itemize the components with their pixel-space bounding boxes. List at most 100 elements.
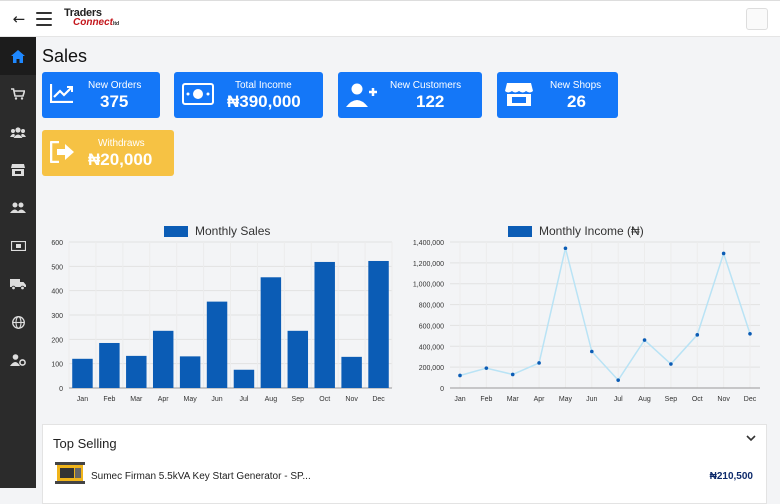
x-tick-label: Dec [744, 396, 757, 403]
main-content: Sales New Orders 375 Total Income ₦390,0… [36, 37, 780, 504]
line-legend-swatch [508, 225, 532, 237]
new-shops-value: 26 [567, 92, 586, 111]
withdraws-card[interactable]: Withdraws ₦20,000 [42, 130, 174, 176]
sidebar-item-shops[interactable] [0, 151, 36, 189]
bar[interactable] [179, 356, 201, 388]
y-tick-label: 1,400,000 [413, 240, 444, 247]
monthly-income-line-chart: 0 200,000 400,000 600,000 800,000 1,000,000 1,… [413, 240, 760, 403]
bar[interactable] [72, 358, 93, 388]
data-point[interactable] [748, 331, 752, 336]
data-point[interactable] [642, 338, 647, 342]
data-point[interactable] [510, 372, 515, 377]
x-tick-label: Nov [345, 396, 358, 403]
x-tick-label: May [559, 396, 573, 403]
y-tick-label: 600,000 [419, 323, 444, 330]
page-title: Sales [42, 46, 88, 66]
y-tick-label: 600 [51, 240, 63, 247]
x-tick-label: Oct [319, 396, 330, 403]
store-icon [505, 83, 533, 106]
bar[interactable] [314, 261, 335, 388]
new-shops-card[interactable]: New Shops 26 [497, 72, 618, 118]
total-income-value: ₦390,000 [227, 92, 301, 111]
x-tick-label: May [184, 396, 198, 403]
new-orders-label: New Orders [88, 80, 142, 91]
x-tick-label: Oct [692, 396, 703, 403]
logo[interactable]: Traders Connectltd [64, 8, 119, 29]
top-selling-title: Top Selling [53, 436, 117, 451]
bar-legend-swatch [164, 225, 188, 237]
total-income-card[interactable]: Total Income ₦390,000 [174, 72, 323, 118]
y-tick-label: 100 [51, 362, 63, 369]
sidebar [0, 37, 36, 488]
data-point[interactable] [563, 246, 568, 251]
data-point[interactable] [458, 373, 462, 378]
users-icon [10, 126, 26, 138]
data-point[interactable] [695, 333, 700, 337]
line-legend-label: Monthly Income (₦) [539, 224, 644, 238]
sign-out-icon [50, 141, 74, 163]
new-customers-label: New Customers [390, 80, 462, 91]
bar[interactable] [341, 356, 362, 388]
x-tick-label: Feb [103, 396, 115, 403]
x-tick-label: Apr [534, 396, 546, 403]
sidebar-item-customers[interactable] [0, 113, 36, 151]
y-tick-label: 200 [51, 337, 63, 344]
data-point[interactable] [721, 251, 726, 256]
y-tick-label: 1,200,000 [413, 261, 444, 268]
x-tick-label: Jul [614, 396, 623, 403]
x-tick-label: Apr [158, 396, 170, 403]
sidebar-item-home[interactable] [0, 37, 36, 75]
bar-chart-legend[interactable]: Monthly Sales [164, 224, 270, 238]
new-shops-label: New Shops [550, 80, 602, 91]
sidebar-item-orders[interactable] [0, 75, 36, 113]
y-tick-label: 0 [440, 386, 444, 393]
new-customers-value: 122 [416, 92, 445, 111]
sidebar-item-finance[interactable] [0, 227, 36, 265]
globe-icon [11, 315, 25, 329]
bar[interactable] [368, 260, 389, 388]
y-tick-label: 400 [51, 289, 63, 296]
top-bar: ← Traders Connectltd [0, 0, 780, 37]
bar[interactable] [206, 301, 228, 388]
cash-icon [10, 241, 26, 251]
x-tick-label: Jun [211, 396, 222, 403]
x-tick-label: Mar [130, 396, 143, 403]
income-series-line [459, 248, 751, 382]
line-chart-icon [50, 84, 73, 103]
chevron-down-icon[interactable] [746, 435, 756, 442]
withdraws-value: ₦20,000 [88, 150, 153, 169]
new-orders-card[interactable]: New Orders 375 [42, 72, 160, 118]
avatar[interactable] [746, 8, 768, 30]
x-tick-label: Aug [265, 396, 278, 403]
bar[interactable] [126, 355, 147, 388]
top-selling-item[interactable]: Sumec Firman 5.5kVA Key Start Generator … [53, 459, 753, 489]
add-user-icon [346, 83, 377, 107]
hamburger-menu-icon[interactable] [36, 12, 52, 26]
bar[interactable] [233, 369, 255, 388]
user-group-icon [10, 202, 26, 213]
sidebar-item-global[interactable] [0, 303, 36, 341]
data-point[interactable] [537, 361, 541, 365]
data-point[interactable] [669, 362, 673, 366]
sidebar-item-delivery[interactable] [0, 265, 36, 303]
store-icon [11, 164, 25, 176]
new-orders-value: 375 [100, 92, 129, 111]
x-tick-label: Feb [480, 396, 492, 403]
bar-legend-label: Monthly Sales [195, 224, 271, 238]
back-arrow-icon[interactable]: ← [10, 10, 28, 28]
new-customers-card[interactable]: New Customers 122 [338, 72, 482, 118]
y-tick-label: 1,000,000 [413, 282, 444, 289]
y-tick-label: 800,000 [419, 303, 444, 310]
line-chart-legend[interactable]: Monthly Income (₦) [508, 224, 644, 238]
data-point[interactable] [616, 378, 620, 382]
home-icon [11, 49, 25, 63]
sidebar-item-groups[interactable] [0, 189, 36, 227]
data-point[interactable] [484, 366, 489, 370]
bar[interactable] [99, 342, 120, 388]
bar[interactable] [287, 330, 309, 388]
bar[interactable] [152, 330, 174, 388]
bar[interactable] [260, 277, 282, 388]
data-point[interactable] [590, 349, 594, 354]
x-tick-label: Mar [507, 396, 520, 403]
sidebar-item-account-settings[interactable] [0, 341, 36, 379]
